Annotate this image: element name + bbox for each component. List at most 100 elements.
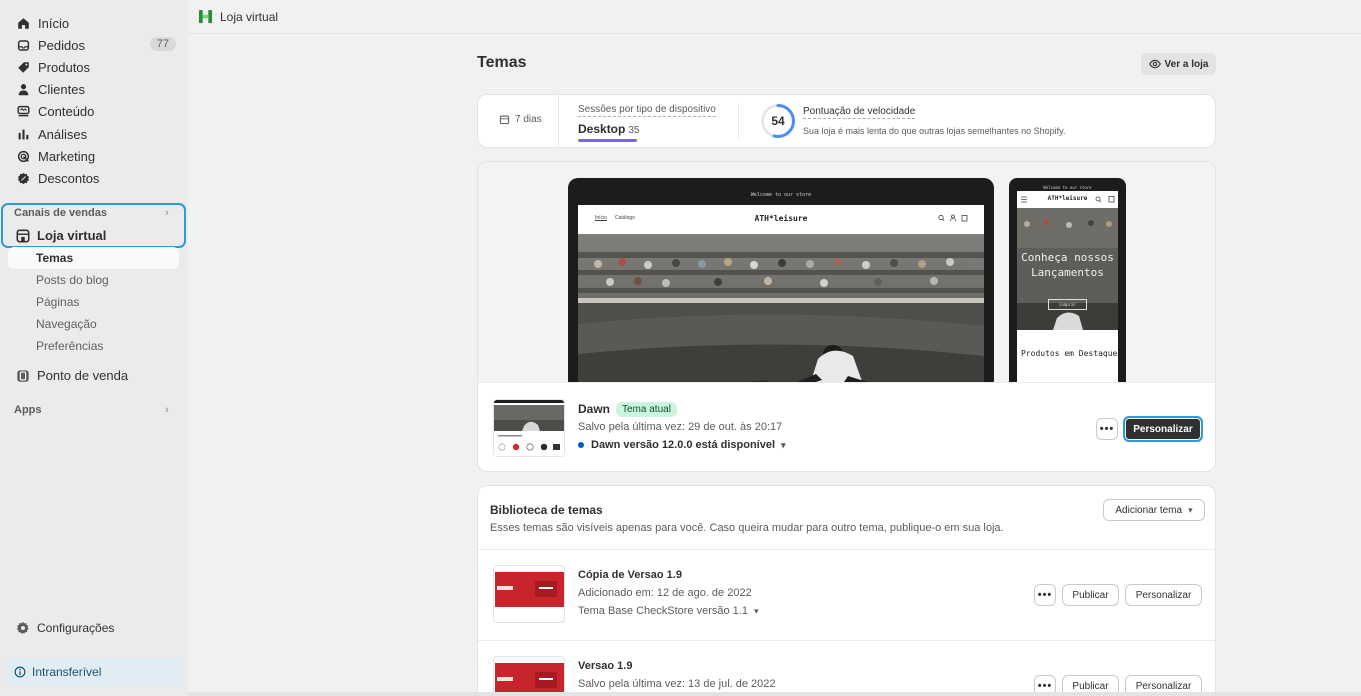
nav-label: Descontos — [38, 170, 100, 186]
device-tab-desktop[interactable]: Desktop 35 — [578, 122, 639, 136]
nav-item-descontos[interactable]: Descontos — [8, 167, 180, 189]
nav-subitem-paginas[interactable]: Páginas — [8, 291, 179, 313]
tag-icon — [16, 60, 30, 74]
library-description: Esses temas são visíveis apenas para voc… — [490, 522, 1004, 534]
nav-item-clientes[interactable]: Clientes — [8, 79, 180, 101]
store-icon — [16, 229, 30, 243]
non-transferable-banner[interactable]: Intransferível — [6, 658, 182, 686]
nav-item-produtos[interactable]: Produtos — [8, 56, 180, 78]
theme-thumbnail[interactable] — [493, 399, 565, 457]
nav-label: Configurações — [37, 621, 115, 635]
nav-item-ponto-de-venda[interactable]: Ponto de venda — [16, 368, 128, 383]
nav-item-loja-virtual[interactable]: Loja virtual — [16, 228, 106, 243]
nav-label: Marketing — [38, 148, 96, 164]
window-bottom-edge — [188, 692, 1361, 696]
nav-label: Clientes — [38, 82, 85, 98]
nav-item-marketing[interactable]: Marketing — [8, 145, 180, 167]
announcement-bar: Welcome to our store — [1043, 185, 1092, 190]
theme-name: Versao 1.9 — [578, 660, 633, 672]
theme-version-label: Tema Base CheckStore versão 1.1 — [578, 605, 748, 617]
preview-header: Início Catálogo ATH*leisure — [578, 205, 984, 234]
desktop-preview: Welcome to our store Início Catálogo ATH*… — [568, 178, 994, 390]
home-icon — [16, 16, 30, 30]
featured-heading: Produtos em Destaque — [1021, 349, 1118, 358]
person-icon — [16, 83, 30, 97]
view-store-button[interactable]: Ver a loja — [1141, 53, 1216, 75]
announcement-bar: Welcome to our store — [750, 192, 812, 198]
chevron-down-icon: ▾ — [1188, 504, 1193, 515]
chevron-right-icon[interactable]: › — [165, 207, 169, 219]
theme-update-available[interactable]: Dawn versão 12.0.0 está disponível ▾ — [578, 439, 786, 451]
stats-card: 7 dias Sessões por tipo de dispositivo D… — [477, 94, 1216, 148]
preview-logo: ATH*leisure — [754, 214, 808, 223]
nav-label: Início — [38, 15, 70, 31]
current-theme-card: Welcome to our store Início Catálogo ATH*… — [477, 161, 1216, 472]
theme-name: Cópia de Versao 1.9 — [578, 569, 682, 581]
nav-subitem-preferencias[interactable]: Preferências — [8, 335, 179, 357]
divider — [738, 103, 739, 139]
more-actions-button[interactable]: ••• — [1096, 418, 1118, 440]
divider — [558, 95, 559, 148]
date-range-button[interactable]: 7 dias — [499, 114, 542, 125]
library-title: Biblioteca de temas — [490, 503, 603, 517]
theme-library-card: Biblioteca de temas Esses temas são visí… — [477, 485, 1216, 696]
theme-saved-date: Salvo pela última vez: 13 de jul. de 202… — [578, 678, 776, 690]
speed-score-title[interactable]: Pontuação de velocidade — [803, 106, 916, 119]
apps-heading[interactable]: Apps — [14, 404, 42, 416]
theme-thumbnail[interactable] — [493, 656, 565, 696]
preview-header-icons — [938, 214, 968, 224]
mobile-preview: Welcome to our store ATH*leisure Conheça… — [1009, 178, 1126, 390]
add-theme-label: Adicionar tema — [1115, 504, 1183, 516]
nav-item-analises[interactable]: Análises — [8, 123, 180, 145]
preview-header: ATH*leisure — [1017, 191, 1118, 208]
nav-item-pedidos[interactable]: Pedidos 77 — [8, 34, 180, 56]
checkstore-thumbnail-image — [495, 658, 564, 696]
preview-logo: ATH*leisure — [1047, 195, 1088, 202]
nav-item-conteudo[interactable]: Conteúdo — [8, 101, 180, 123]
main-nav: Início Pedidos 77 Produtos Clientes Cont… — [8, 12, 180, 190]
theme-version[interactable]: Tema Base CheckStore versão 1.1 ▾ — [578, 605, 759, 617]
sidebar: Início Pedidos 77 Produtos Clientes Cont… — [0, 0, 188, 696]
chevron-right-icon[interactable]: › — [165, 404, 169, 416]
bar-chart-icon — [16, 127, 30, 141]
info-icon — [14, 666, 26, 678]
chevron-down-icon: ▾ — [781, 439, 786, 450]
add-theme-button[interactable]: Adicionar tema ▾ — [1103, 499, 1205, 521]
view-store-label: Ver a loja — [1164, 58, 1209, 70]
target-icon — [16, 149, 30, 163]
theme-added-date: Adicionado em: 12 de ago. de 2022 — [578, 587, 752, 599]
update-dot-icon — [578, 442, 584, 448]
nav-subitem-navegacao[interactable]: Navegação — [8, 313, 179, 335]
calendar-icon — [499, 115, 510, 125]
skatepark-hero-image — [578, 234, 984, 390]
nav-item-inicio[interactable]: Início — [8, 12, 180, 34]
topbar-title[interactable]: Loja virtual — [220, 10, 278, 24]
thumb-graphic — [497, 581, 557, 597]
sales-channels-heading[interactable]: Canais de vendas — [14, 207, 107, 219]
chevron-down-icon: ▾ — [753, 605, 759, 616]
nav-label: Pedidos — [38, 37, 85, 53]
nav-label: Análises — [38, 126, 88, 142]
customize-button[interactable]: Personalizar — [1125, 584, 1202, 606]
nav-item-configuracoes[interactable]: Configurações — [16, 621, 114, 635]
theme-saved-date: Salvo pela última vez: 29 de out. às 20:… — [578, 421, 783, 433]
device-tab-indicator — [578, 139, 637, 142]
nav-subitem-temas[interactable]: Temas — [8, 247, 179, 269]
nav-subitem-posts-do-blog[interactable]: Posts do blog — [8, 269, 179, 291]
speed-score-description: Sua loja é mais lenta do que outras loja… — [803, 126, 1066, 136]
more-actions-button[interactable]: ••• — [1034, 584, 1056, 606]
topbar: Loja virtual — [188, 0, 1361, 34]
customize-button[interactable]: Personalizar — [1123, 416, 1203, 442]
featured-section: Produtos em Destaque — [1017, 330, 1118, 390]
content-icon — [16, 105, 30, 119]
publish-button[interactable]: Publicar — [1062, 584, 1119, 606]
divider — [478, 640, 1215, 641]
thumb-header — [495, 658, 564, 663]
mobile-hero-button: Comprar — [1048, 299, 1087, 310]
sessions-label[interactable]: Sessões por tipo de dispositivo — [578, 104, 716, 117]
nav-label: Loja virtual — [37, 228, 107, 243]
search-account-cart-icons — [938, 214, 968, 222]
theme-thumbnail[interactable] — [493, 565, 565, 623]
current-theme-row: Dawn Tema atual Salvo pela última vez: 2… — [478, 382, 1215, 471]
inbox-icon — [16, 38, 30, 52]
